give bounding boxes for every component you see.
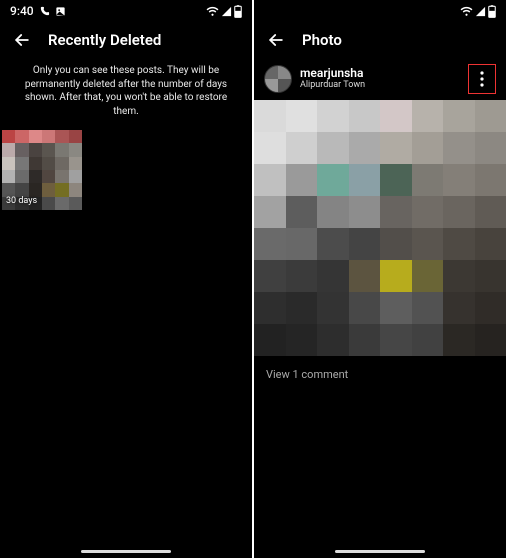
location[interactable]: Alipurduar Town bbox=[300, 81, 460, 91]
deleted-post-thumbnail[interactable]: 30 days bbox=[2, 130, 82, 210]
days-remaining-label: 30 days bbox=[6, 196, 37, 206]
post-image-content bbox=[254, 100, 506, 356]
phone-icon bbox=[39, 6, 50, 17]
status-bar bbox=[254, 0, 506, 22]
post-image[interactable] bbox=[254, 100, 506, 356]
battery-icon bbox=[488, 5, 496, 18]
battery-icon bbox=[234, 5, 242, 18]
phone-right: Photo mearjunsha Alipurduar Town View 1 … bbox=[254, 0, 506, 558]
header: Photo bbox=[254, 22, 506, 58]
status-bar: 9:40 bbox=[0, 0, 252, 22]
page-title: Recently Deleted bbox=[48, 31, 161, 49]
signal-icon bbox=[475, 6, 486, 17]
back-arrow-icon[interactable] bbox=[12, 30, 32, 50]
info-text: Only you can see these posts. They will … bbox=[0, 58, 252, 128]
home-indicator[interactable] bbox=[81, 550, 171, 553]
username[interactable]: mearjunsha bbox=[300, 67, 460, 80]
home-indicator[interactable] bbox=[335, 550, 425, 553]
header: Recently Deleted bbox=[0, 22, 252, 58]
status-time: 9:40 bbox=[10, 4, 34, 18]
phone-left: 9:40 bbox=[0, 0, 252, 558]
signal-icon bbox=[221, 6, 232, 17]
thumbnail-grid: 30 days bbox=[0, 128, 252, 212]
image-icon bbox=[55, 6, 66, 17]
more-options-button[interactable] bbox=[468, 64, 496, 94]
post-header: mearjunsha Alipurduar Town bbox=[254, 58, 506, 100]
wifi-icon bbox=[206, 6, 219, 17]
more-vertical-icon bbox=[480, 71, 484, 87]
avatar[interactable] bbox=[264, 65, 292, 93]
back-arrow-icon[interactable] bbox=[266, 30, 286, 50]
page-title: Photo bbox=[302, 31, 342, 49]
view-comments-link[interactable]: View 1 comment bbox=[254, 356, 506, 393]
wifi-icon bbox=[460, 6, 473, 17]
